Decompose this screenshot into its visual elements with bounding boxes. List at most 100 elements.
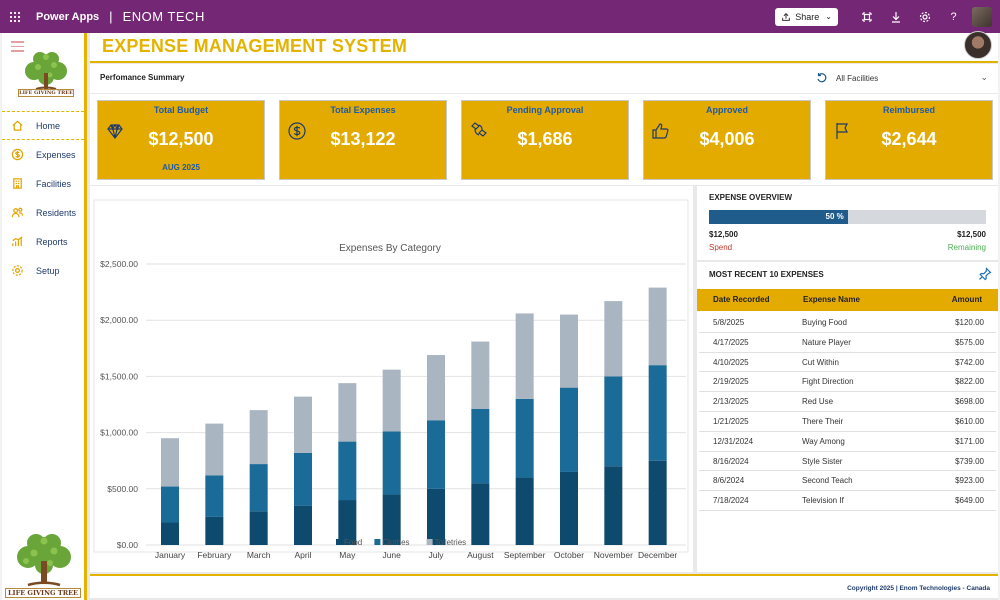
cell-name: Way Among	[802, 436, 845, 446]
pin-icon[interactable]	[978, 267, 992, 281]
kpi-subtitle: AUG 2025	[162, 163, 200, 172]
bar-toiletries	[294, 396, 312, 453]
remaining-label: Remaining	[947, 243, 986, 252]
kpi-total-budget[interactable]: Total Budget $12,500 AUG 2025	[97, 100, 265, 180]
kpi-value: $4,006	[699, 129, 755, 149]
section-title: MOST RECENT 10 EXPENSES	[709, 270, 824, 279]
table-row[interactable]: 12/31/2024 Way Among $171.00	[699, 432, 996, 452]
kpi-pending-approval[interactable]: Pending Approval $1,686	[461, 100, 629, 180]
sidebar-item-facilities[interactable]: Facilities	[2, 169, 84, 198]
refresh-icon[interactable]	[816, 72, 828, 84]
download-icon[interactable]	[881, 0, 910, 33]
kpi-reimbursed[interactable]: Reimbursed $2,644	[825, 100, 993, 180]
sidebar-item-residents[interactable]: Residents	[2, 198, 84, 227]
bar-food	[471, 483, 490, 545]
table-row[interactable]: 4/17/2025 Nature Player $575.00	[699, 333, 996, 353]
kpi-row: Total Budget $12,500 AUG 2025 Total Expe…	[90, 94, 998, 185]
bar-toiletries	[427, 355, 445, 421]
bar-food	[205, 516, 224, 545]
bar-food	[294, 505, 312, 545]
table-row[interactable]: 2/19/2025 Fight Direction $822.00	[699, 372, 996, 393]
help-icon[interactable]: ?	[939, 0, 968, 33]
sidebar-item-reports[interactable]: Reports	[2, 227, 84, 256]
y-tick-label: $1,000.00	[100, 428, 138, 438]
sidebar-nav: Home Expenses Facilities Residents Repor…	[2, 111, 84, 285]
copyright-text: Copyright 2025 | Enom Technologies - Can…	[847, 585, 990, 592]
column-header-name[interactable]: Expense Name	[803, 295, 860, 304]
bar-toiletries	[161, 438, 179, 487]
cell-date: 12/31/2024	[713, 436, 754, 446]
dollar-icon	[10, 148, 24, 162]
column-header-date[interactable]: Date Recorded	[713, 295, 769, 304]
performance-summary-bar: Perfomance Summary All Facilities ⌄	[90, 64, 998, 93]
kpi-approved[interactable]: Approved $4,006	[643, 100, 811, 180]
progress-percent: 50 %	[825, 212, 844, 221]
table-row[interactable]: 8/16/2024 Style Sister $739.00	[699, 452, 996, 472]
cell-amount: $610.00	[955, 416, 984, 426]
sidebar-item-label: Setup	[36, 265, 60, 276]
bar-clothes	[382, 431, 401, 495]
bar-toiletries	[249, 410, 268, 465]
table-row[interactable]: 1/21/2025 There Their $610.00	[699, 412, 996, 432]
page-title: EXPENSE MANAGEMENT SYSTEM	[102, 36, 408, 56]
cell-name: Red Use	[802, 397, 834, 407]
fit-screen-icon[interactable]	[852, 0, 881, 33]
bar-clothes	[205, 475, 224, 517]
cell-name: There Their	[802, 416, 844, 426]
legend-swatch	[336, 539, 342, 545]
kpi-title: Total Budget	[153, 105, 209, 115]
cell-name: Second Teach	[802, 476, 853, 486]
table-row[interactable]: 2/13/2025 Red Use $698.00	[699, 392, 996, 412]
bar-food	[161, 522, 179, 545]
column-header-amount[interactable]: Amount	[952, 295, 982, 304]
people-icon	[10, 206, 24, 220]
sidebar-item-expenses[interactable]: Expenses	[2, 140, 84, 169]
cell-date: 2/19/2025	[713, 377, 749, 387]
sidebar-item-label: Residents	[36, 207, 77, 218]
sidebar-item-label: Facilities	[36, 178, 72, 189]
footer: Copyright 2025 | Enom Technologies - Can…	[90, 574, 998, 598]
remaining-value: $12,500	[957, 230, 986, 239]
x-tick-label: May	[339, 550, 356, 560]
table-row[interactable]: 7/18/2024 Television If $649.00	[699, 491, 996, 511]
app-canvas: LIFE GIVING TREE Home Expenses Facilitie…	[2, 31, 998, 600]
share-button[interactable]: Share ⌄	[775, 7, 838, 26]
gear-icon[interactable]	[910, 0, 939, 33]
cell-date: 4/17/2025	[713, 337, 749, 347]
x-tick-label: February	[197, 550, 232, 560]
home-icon	[10, 119, 24, 133]
x-tick-label: March	[247, 550, 271, 560]
sidebar-item-label: Home	[36, 120, 61, 131]
cell-date: 7/18/2024	[713, 496, 749, 506]
cell-date: 2/13/2025	[713, 397, 749, 407]
section-title: Perfomance Summary	[100, 73, 185, 82]
sidebar-item-setup[interactable]: Setup	[2, 256, 84, 285]
cell-amount: $742.00	[955, 357, 984, 367]
y-tick-label: $2,000.00	[100, 315, 138, 325]
kpi-value: $2,644	[881, 129, 937, 149]
avatar[interactable]	[964, 31, 992, 59]
cell-date: 4/10/2025	[713, 357, 749, 367]
bar-toiletries	[560, 314, 578, 388]
legend-swatch	[374, 539, 381, 545]
facility-dropdown[interactable]: All Facilities ⌄	[816, 69, 994, 87]
bar-toiletries	[604, 301, 623, 377]
x-tick-label: December	[638, 550, 677, 560]
bar-food	[604, 466, 623, 545]
bar-food	[427, 488, 445, 545]
table-row[interactable]: 5/8/2025 Buying Food $120.00	[699, 313, 996, 333]
table-row[interactable]: 4/10/2025 Cut Within $742.00	[699, 353, 996, 373]
waffle-icon[interactable]	[0, 0, 30, 33]
expenses-by-category-chart: Expenses By Category $0.00 $500.00 $1,000.0…	[90, 186, 693, 572]
page-header: EXPENSE MANAGEMENT SYSTEM	[90, 31, 998, 63]
chart-title: Expenses By Category	[339, 243, 441, 254]
kpi-total-expenses[interactable]: Total Expenses $13,122	[279, 100, 447, 180]
sidebar-item-home[interactable]: Home	[2, 111, 84, 140]
bar-toiletries	[338, 383, 357, 442]
table-row[interactable]: 8/6/2024 Second Teach $923.00	[699, 471, 996, 492]
user-avatar[interactable]	[972, 6, 992, 27]
bar-food	[249, 511, 268, 545]
progress-bar: 50 %	[709, 210, 986, 224]
sidebar-divider	[84, 33, 87, 600]
expense-overview-panel: EXPENSE OVERVIEW 50 % $12,500 $12,500 Sp…	[697, 186, 998, 260]
